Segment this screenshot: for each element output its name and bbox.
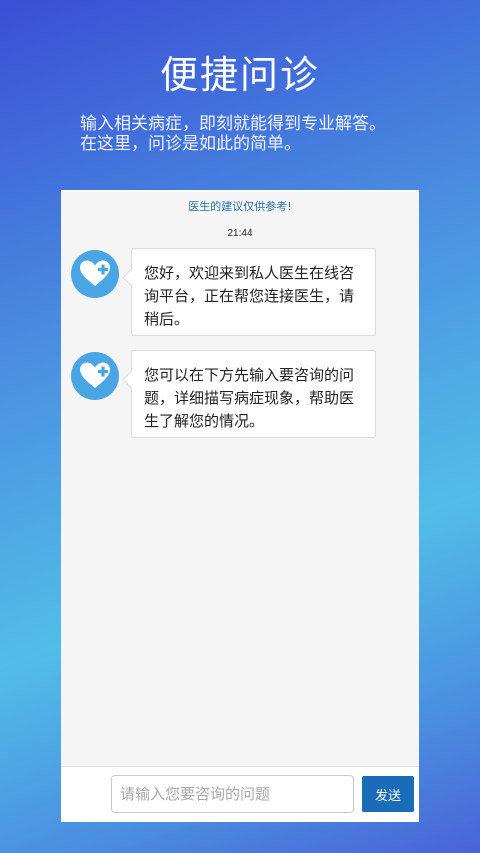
page-title: 便捷问诊 xyxy=(159,53,320,97)
page-subtitle: 输入相关病症，即刻就能得到专业解答。 在这里，问诊是如此的简单。 xyxy=(80,114,440,154)
message-composer: 发送 xyxy=(61,766,419,822)
heart-medical-icon xyxy=(80,260,110,286)
heart-medical-icon xyxy=(80,362,110,388)
subtitle-line-2: 在这里，问诊是如此的简单。 xyxy=(80,134,301,154)
doctor-avatar[interactable] xyxy=(71,352,119,400)
disclaimer-text: 医生的建议仅供参考! xyxy=(188,200,292,213)
message-bubble: 您好，欢迎来到私人医生在线咨询平台，正在帮您连接医生，请稍后。 xyxy=(131,248,376,336)
message-timestamp: 21:44 xyxy=(227,228,253,239)
message-bubble: 您可以在下方先输入要咨询的问题，详细描写病症现象，帮助医生了解您的情况。 xyxy=(131,350,376,438)
doctor-avatar[interactable] xyxy=(71,250,119,298)
message-input[interactable] xyxy=(111,775,354,813)
subtitle-line-1: 输入相关病症，即刻就能得到专业解答。 xyxy=(80,114,386,134)
send-button[interactable]: 发送 xyxy=(362,776,414,812)
chat-panel: 医生的建议仅供参考! 21:44 您好，欢迎来到私人医生在线咨询平台，正在帮您连… xyxy=(61,190,419,822)
